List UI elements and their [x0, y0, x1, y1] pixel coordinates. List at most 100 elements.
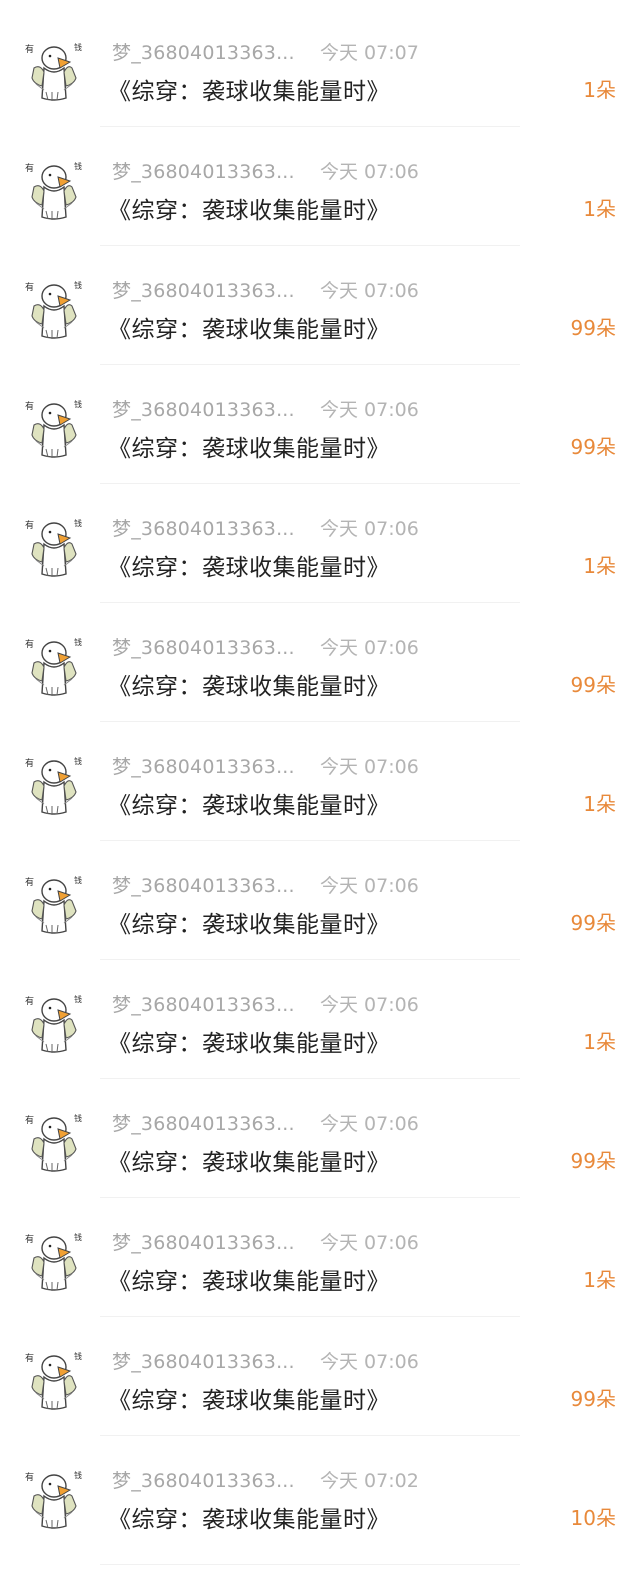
sender-name[interactable]: 梦_36804013363... [112, 38, 295, 65]
svg-text:有: 有 [25, 876, 34, 888]
goose-meme-avatar-icon[interactable]: 有 钱 [22, 38, 88, 104]
svg-text:有: 有 [25, 757, 34, 769]
gift-count: 99朵 [570, 911, 616, 935]
sender-name[interactable]: 梦_36804013363... [112, 514, 295, 541]
book-title[interactable]: 《综穿：袭球收集能量时》 [108, 1381, 390, 1415]
book-title[interactable]: 《综穿：袭球收集能量时》 [108, 1262, 390, 1296]
svg-text:钱: 钱 [74, 161, 82, 171]
gift-count: 1朵 [583, 792, 616, 816]
svg-text:钱: 钱 [74, 518, 82, 528]
sender-name[interactable]: 梦_36804013363... [112, 752, 295, 779]
gift-record-list: 有 钱 梦_36804013363... 今天 07:07 《综穿：袭球收集能量… [0, 8, 640, 1555]
gift-count: 99朵 [570, 1149, 616, 1173]
gift-count: 1朵 [583, 197, 616, 221]
svg-text:钱: 钱 [74, 1351, 82, 1361]
svg-text:钱: 钱 [74, 1232, 82, 1242]
gift-count: 99朵 [570, 316, 616, 340]
goose-meme-avatar-icon[interactable]: 有 钱 [22, 990, 88, 1056]
svg-text:钱: 钱 [74, 1113, 82, 1123]
svg-text:钱: 钱 [74, 42, 82, 52]
goose-meme-avatar-icon[interactable]: 有 钱 [22, 1466, 88, 1532]
svg-text:有: 有 [25, 1233, 34, 1245]
timestamp: 今天 07:06 [320, 637, 419, 659]
sender-name[interactable]: 梦_36804013363... [112, 1228, 295, 1255]
goose-meme-avatar-icon[interactable]: 有 钱 [22, 276, 88, 342]
timestamp: 今天 07:07 [320, 42, 419, 64]
goose-meme-avatar-icon[interactable]: 有 钱 [22, 1109, 88, 1175]
svg-text:钱: 钱 [74, 637, 82, 647]
sender-name[interactable]: 梦_36804013363... [112, 990, 295, 1017]
gift-count: 1朵 [583, 78, 616, 102]
goose-meme-avatar-icon[interactable]: 有 钱 [22, 157, 88, 223]
gift-count: 10朵 [570, 1506, 616, 1530]
book-title[interactable]: 《综穿：袭球收集能量时》 [108, 786, 390, 820]
svg-text:有: 有 [25, 995, 34, 1007]
timestamp: 今天 07:06 [320, 161, 419, 183]
list-item[interactable]: 有 钱 梦_36804013363... 今天 07:06 《综穿：袭球收集能量… [0, 365, 640, 484]
sender-name[interactable]: 梦_36804013363... [112, 276, 295, 303]
sender-name[interactable]: 梦_36804013363... [112, 1109, 295, 1136]
book-title[interactable]: 《综穿：袭球收集能量时》 [108, 429, 390, 463]
gift-count: 99朵 [570, 673, 616, 697]
svg-text:有: 有 [25, 638, 34, 650]
svg-text:有: 有 [25, 1352, 34, 1364]
book-title[interactable]: 《综穿：袭球收集能量时》 [108, 1024, 390, 1058]
sender-name[interactable]: 梦_36804013363... [112, 1466, 295, 1493]
svg-text:钱: 钱 [74, 1470, 82, 1480]
list-item[interactable]: 有 钱 梦_36804013363... 今天 07:06 《综穿：袭球收集能量… [0, 722, 640, 841]
timestamp: 今天 07:06 [320, 875, 419, 897]
book-title[interactable]: 《综穿：袭球收集能量时》 [108, 72, 390, 106]
goose-meme-avatar-icon[interactable]: 有 钱 [22, 633, 88, 699]
timestamp: 今天 07:02 [320, 1470, 419, 1492]
book-title[interactable]: 《综穿：袭球收集能量时》 [108, 667, 390, 701]
svg-text:钱: 钱 [74, 875, 82, 885]
timestamp: 今天 07:06 [320, 756, 419, 778]
svg-text:有: 有 [25, 162, 34, 174]
list-item[interactable]: 有 钱 梦_36804013363... 今天 07:06 《综穿：袭球收集能量… [0, 246, 640, 365]
book-title[interactable]: 《综穿：袭球收集能量时》 [108, 310, 390, 344]
svg-text:有: 有 [25, 43, 34, 55]
list-item[interactable]: 有 钱 梦_36804013363... 今天 07:06 《综穿：袭球收集能量… [0, 841, 640, 960]
book-title[interactable]: 《综穿：袭球收集能量时》 [108, 548, 390, 582]
list-item[interactable]: 有 钱 梦_36804013363... 今天 07:06 《综穿：袭球收集能量… [0, 603, 640, 722]
list-item[interactable]: 有 钱 梦_36804013363... 今天 07:06 《综穿：袭球收集能量… [0, 484, 640, 603]
svg-text:有: 有 [25, 1471, 34, 1483]
timestamp: 今天 07:06 [320, 399, 419, 421]
list-item[interactable]: 有 钱 梦_36804013363... 今天 07:07 《综穿：袭球收集能量… [0, 8, 640, 127]
goose-meme-avatar-icon[interactable]: 有 钱 [22, 1347, 88, 1413]
goose-meme-avatar-icon[interactable]: 有 钱 [22, 871, 88, 937]
goose-meme-avatar-icon[interactable]: 有 钱 [22, 752, 88, 818]
goose-meme-avatar-icon[interactable]: 有 钱 [22, 395, 88, 461]
timestamp: 今天 07:06 [320, 1351, 419, 1373]
sender-name[interactable]: 梦_36804013363... [112, 395, 295, 422]
sender-name[interactable]: 梦_36804013363... [112, 633, 295, 660]
list-item[interactable]: 有 钱 梦_36804013363... 今天 07:06 《综穿：袭球收集能量… [0, 1317, 640, 1436]
list-item[interactable]: 有 钱 梦_36804013363... 今天 07:06 《综穿：袭球收集能量… [0, 1079, 640, 1198]
svg-text:有: 有 [25, 281, 34, 293]
svg-text:钱: 钱 [74, 994, 82, 1004]
svg-text:有: 有 [25, 400, 34, 412]
goose-meme-avatar-icon[interactable]: 有 钱 [22, 1228, 88, 1294]
list-item[interactable]: 有 钱 梦_36804013363... 今天 07:06 《综穿：袭球收集能量… [0, 960, 640, 1079]
list-item[interactable]: 有 钱 梦_36804013363... 今天 07:06 《综穿：袭球收集能量… [0, 127, 640, 246]
gift-count: 99朵 [570, 435, 616, 459]
list-item[interactable]: 有 钱 梦_36804013363... 今天 07:02 《综穿：袭球收集能量… [0, 1436, 640, 1555]
book-title[interactable]: 《综穿：袭球收集能量时》 [108, 1143, 390, 1177]
svg-text:有: 有 [25, 519, 34, 531]
timestamp: 今天 07:06 [320, 518, 419, 540]
list-item[interactable]: 有 钱 梦_36804013363... 今天 07:06 《综穿：袭球收集能量… [0, 1198, 640, 1317]
book-title[interactable]: 《综穿：袭球收集能量时》 [108, 905, 390, 939]
sender-name[interactable]: 梦_36804013363... [112, 157, 295, 184]
timestamp: 今天 07:06 [320, 280, 419, 302]
svg-text:钱: 钱 [74, 280, 82, 290]
timestamp: 今天 07:06 [320, 994, 419, 1016]
svg-text:钱: 钱 [74, 756, 82, 766]
book-title[interactable]: 《综穿：袭球收集能量时》 [108, 191, 390, 225]
book-title[interactable]: 《综穿：袭球收集能量时》 [108, 1500, 390, 1534]
gift-count: 1朵 [583, 554, 616, 578]
svg-text:有: 有 [25, 1114, 34, 1126]
sender-name[interactable]: 梦_36804013363... [112, 871, 295, 898]
goose-meme-avatar-icon[interactable]: 有 钱 [22, 514, 88, 580]
gift-count: 99朵 [570, 1387, 616, 1411]
sender-name[interactable]: 梦_36804013363... [112, 1347, 295, 1374]
